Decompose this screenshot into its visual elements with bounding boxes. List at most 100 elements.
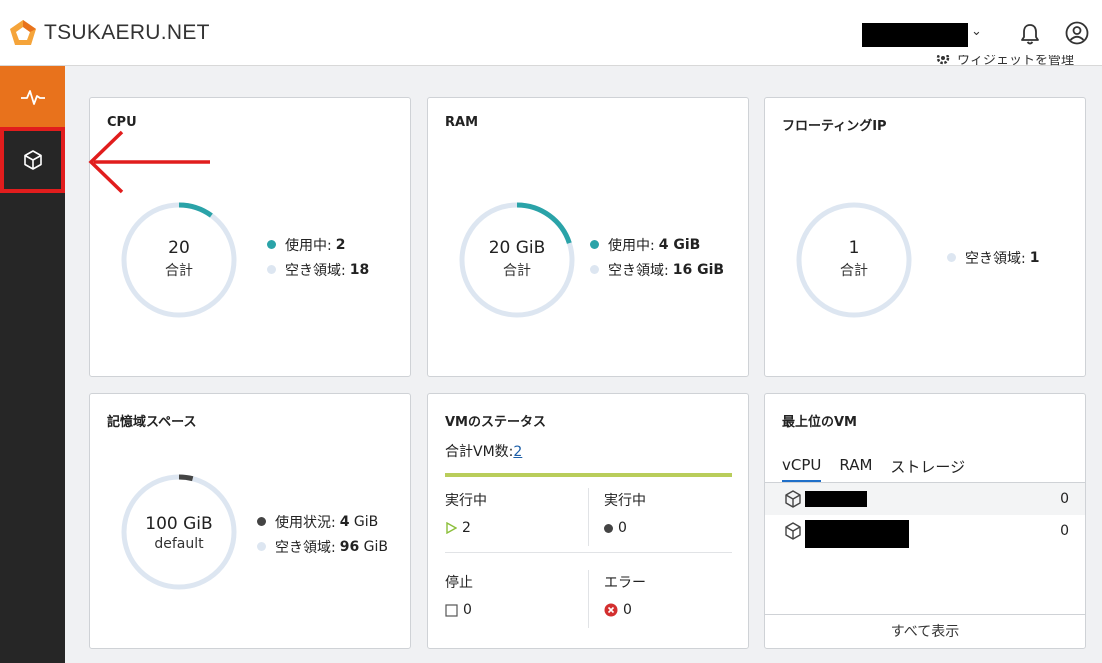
- card-title: フローティングIP: [782, 119, 887, 134]
- sidebar-item-dashboard[interactable]: [0, 66, 65, 127]
- donut-center: 100 GiB default: [119, 514, 239, 552]
- vm-status-running-2[interactable]: 実行中 0: [604, 490, 646, 536]
- status-value: 0: [618, 520, 627, 536]
- light-dot-icon: [257, 542, 266, 551]
- donut-center: 1 合計: [794, 238, 914, 280]
- cube-icon: [785, 490, 801, 508]
- brand-logo[interactable]: TSUKAERU.NET: [8, 18, 210, 48]
- manage-widgets-link[interactable]: ウィジェットを管理: [935, 55, 1074, 73]
- legend-item-free: 空き領域: 18: [267, 257, 369, 282]
- dark-dot-icon: [257, 517, 266, 526]
- vm-name-redacted[interactable]: [805, 520, 909, 548]
- stop-icon: [445, 603, 458, 617]
- chevron-down-icon[interactable]: ⌄: [971, 24, 982, 39]
- show-all-link[interactable]: すべて表示: [765, 614, 1085, 650]
- card-title: VMのステータス: [445, 415, 546, 430]
- vm-total-count-link[interactable]: 2: [513, 444, 522, 460]
- status-label: 実行中: [445, 493, 487, 509]
- legend-label: 使用状況:: [275, 514, 336, 531]
- ram-card: RAM 20 GiB 合計 使用中: 4 GiB 空き領域: 16 GiB: [427, 97, 749, 377]
- legend: 使用状況: 4 GiB 空き領域: 96 GiB: [257, 509, 388, 559]
- legend-item-free: 空き領域: 96 GiB: [257, 534, 388, 559]
- vm-status-running[interactable]: 実行中 2: [445, 490, 487, 536]
- legend-item-used: 使用状況: 4 GiB: [257, 509, 388, 534]
- legend-item-free: 空き領域: 1: [947, 245, 1039, 270]
- table-row[interactable]: 0: [765, 483, 1085, 515]
- legend-label: 空き領域:: [608, 262, 669, 279]
- row-value: 0: [1060, 523, 1069, 539]
- status-label: エラー: [604, 575, 646, 591]
- vm-status-card: VMのステータス 合計VM数:2 実行中 2 実行中 0 停止 0 エラー 0: [427, 393, 749, 649]
- total-label: default: [154, 536, 204, 552]
- top-vm-card: 最上位のVM vCPU RAM ストレージ 0 0 すべて表示: [764, 393, 1086, 649]
- teal-dot-icon: [590, 240, 599, 249]
- card-title: RAM: [445, 115, 479, 130]
- annotation-arrow-icon: [88, 130, 210, 194]
- user-name-redacted[interactable]: [862, 23, 968, 47]
- donut-center: 20 合計: [119, 238, 239, 280]
- total-label: 合計: [165, 263, 193, 279]
- divider: [588, 488, 589, 546]
- donut-center: 20 GiB 合計: [457, 238, 577, 280]
- status-label: 実行中: [604, 493, 646, 509]
- total-value: 1: [848, 238, 860, 258]
- bell-icon[interactable]: [1017, 21, 1043, 47]
- light-dot-icon: [947, 253, 956, 262]
- teal-dot-icon: [267, 240, 276, 249]
- status-value: 0: [623, 602, 632, 618]
- legend-value: 96: [339, 538, 360, 555]
- total-value: 20 GiB: [488, 238, 546, 258]
- vm-status-error[interactable]: エラー 0: [604, 572, 646, 618]
- table-row[interactable]: 0: [765, 515, 1085, 548]
- legend-unit: GiB: [353, 513, 379, 530]
- manage-widgets-label: ウィジェットを管理: [957, 55, 1075, 68]
- cube-icon: [785, 522, 801, 540]
- play-icon: [446, 522, 457, 534]
- floating-ip-card: フローティングIP 1 合計 空き領域: 1: [764, 97, 1086, 377]
- legend-value: 2: [335, 236, 346, 253]
- light-dot-icon: [590, 265, 599, 274]
- logo-icon: [10, 20, 36, 45]
- legend-label: 空き領域:: [275, 539, 336, 556]
- legend-value: 4: [339, 513, 350, 530]
- divider: [588, 570, 589, 628]
- legend-label: 使用中:: [608, 237, 655, 254]
- vm-status-bar: [445, 473, 732, 477]
- total-label: 合計: [840, 263, 868, 279]
- vm-name-redacted[interactable]: [805, 491, 867, 507]
- tab-vcpu[interactable]: vCPU: [782, 456, 822, 483]
- tab-ram[interactable]: RAM: [839, 456, 872, 483]
- card-title: 最上位のVM: [782, 415, 857, 430]
- legend-item-used: 使用中: 2: [267, 232, 369, 257]
- account-icon[interactable]: [1064, 20, 1090, 46]
- row-value: 0: [1060, 491, 1069, 507]
- legend-label: 空き領域:: [965, 250, 1026, 267]
- legend-label: 使用中:: [285, 237, 332, 254]
- error-icon: [604, 603, 618, 617]
- legend-value: 18: [349, 261, 370, 278]
- legend-item-free: 空き領域: 16 GiB: [590, 257, 724, 282]
- sidebar-item-vms[interactable]: [0, 127, 65, 193]
- status-label: 停止: [445, 575, 473, 591]
- status-value: 2: [462, 520, 471, 536]
- dot-icon: [604, 523, 613, 533]
- legend: 空き領域: 1: [947, 245, 1039, 270]
- total-label: 合計: [503, 263, 531, 279]
- legend-value: 4 GiB: [658, 236, 701, 253]
- status-value: 0: [463, 602, 472, 618]
- legend-item-used: 使用中: 4 GiB: [590, 232, 724, 257]
- vm-status-stopped[interactable]: 停止 0: [445, 572, 473, 618]
- light-dot-icon: [267, 265, 276, 274]
- tab-storage[interactable]: ストレージ: [890, 456, 965, 483]
- legend-unit: GiB: [363, 538, 388, 555]
- brand-name: TSUKAERU.NET: [44, 21, 210, 44]
- vm-total: 合計VM数:2: [445, 441, 522, 461]
- card-title: 記憶域スペース: [107, 415, 197, 430]
- gear-icon: [936, 55, 950, 65]
- cube-icon: [23, 150, 42, 170]
- storage-card: 記憶域スペース 100 GiB default 使用状況: 4 GiB 空き領域:…: [89, 393, 411, 649]
- legend: 使用中: 2 空き領域: 18: [267, 232, 369, 282]
- total-value: 20: [168, 238, 190, 258]
- legend-value: 16 GiB: [672, 261, 725, 278]
- legend: 使用中: 4 GiB 空き領域: 16 GiB: [590, 232, 724, 282]
